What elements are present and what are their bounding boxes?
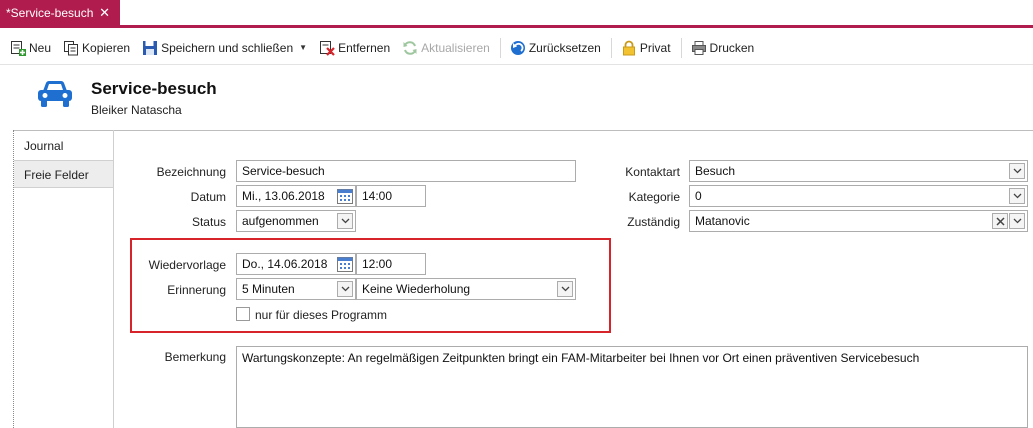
delete-icon: [319, 40, 335, 56]
refresh-button-label: Aktualisieren: [421, 40, 490, 55]
reset-button-label: Zurücksetzen: [528, 40, 601, 55]
undo-icon: [510, 40, 526, 56]
chevron-down-icon[interactable]: [1009, 163, 1025, 179]
refresh-button[interactable]: Aktualisieren: [398, 36, 494, 60]
contact-name: Bleiker Natascha: [91, 103, 182, 117]
printer-icon: [691, 40, 707, 56]
remove-button[interactable]: Entfernen: [315, 36, 394, 60]
status-select[interactable]: aufgenommen: [236, 210, 356, 232]
side-item-journal[interactable]: Journal: [14, 132, 113, 160]
zustaendig-value: Matanovic: [695, 214, 750, 228]
private-button[interactable]: Privat: [617, 36, 675, 60]
programm-checkbox-label: nur für dieses Programm: [255, 308, 388, 322]
lock-icon: [621, 40, 637, 56]
private-button-label: Privat: [639, 40, 671, 55]
chevron-down-icon[interactable]: [1009, 188, 1025, 204]
wiedervorlage-input[interactable]: Do., 14.06.2018: [236, 253, 356, 275]
tab-title: *Service-besuch: [6, 6, 94, 20]
bezeichnung-label: Bezeichnung: [156, 165, 226, 179]
kontaktart-label: Kontaktart: [625, 165, 680, 179]
content-divider: [13, 130, 1033, 131]
print-button[interactable]: Drucken: [687, 36, 759, 60]
datum-time-input[interactable]: 14:00: [356, 185, 426, 207]
datum-label: Datum: [190, 190, 226, 204]
tab-service-besuch[interactable]: *Service-besuch ✕: [0, 0, 120, 26]
side-item-freie-felder[interactable]: Freie Felder: [14, 160, 113, 188]
remove-button-label: Entfernen: [338, 40, 391, 55]
bezeichnung-input[interactable]: Service-besuch: [236, 160, 576, 182]
page-title: Service-besuch: [91, 79, 217, 98]
kategorie-value: 0: [695, 189, 702, 203]
side-navigation: Journal Freie Felder: [13, 130, 114, 428]
reset-button[interactable]: Zurücksetzen: [506, 36, 605, 60]
calendar-icon[interactable]: [337, 256, 353, 272]
new-button[interactable]: Neu: [6, 36, 55, 60]
toolbar-separator: [680, 37, 682, 58]
tab-strip: *Service-besuch ✕: [0, 0, 1033, 28]
chevron-down-icon[interactable]: [337, 281, 353, 297]
erinnerung-value: 5 Minuten: [242, 282, 295, 296]
copy-icon: [63, 40, 79, 56]
calendar-icon[interactable]: [337, 188, 353, 204]
status-value: aufgenommen: [242, 214, 319, 228]
status-label: Status: [191, 215, 226, 229]
kontaktart-value: Besuch: [695, 164, 736, 178]
bemerkung-label: Bemerkung: [164, 350, 226, 364]
wiederholung-value: Keine Wiederholung: [362, 282, 471, 296]
kategorie-label: Kategorie: [628, 190, 680, 204]
save-icon: [142, 40, 158, 56]
toolbar-separator: [610, 37, 612, 58]
save-and-close-label: Speichern und schließen: [161, 40, 294, 55]
programm-checkbox[interactable]: [236, 307, 250, 321]
erinnerung-select[interactable]: 5 Minuten: [236, 278, 356, 300]
zustaendig-select[interactable]: Matanovic: [689, 210, 1028, 232]
zustaendig-label: Zuständig: [627, 215, 680, 229]
chevron-down-icon[interactable]: [1009, 213, 1025, 229]
wiedervorlage-value: Do., 14.06.2018: [242, 257, 328, 271]
print-button-label: Drucken: [709, 40, 755, 55]
wiederholung-select[interactable]: Keine Wiederholung: [356, 278, 576, 300]
datum-input[interactable]: Mi., 13.06.2018: [236, 185, 356, 207]
copy-button-label: Kopieren: [82, 40, 131, 55]
erinnerung-label: Erinnerung: [167, 283, 226, 297]
car-icon: [38, 81, 72, 107]
clear-icon[interactable]: [992, 213, 1008, 229]
datum-value: Mi., 13.06.2018: [242, 189, 325, 203]
chevron-down-icon[interactable]: ▼: [299, 43, 307, 52]
kategorie-select[interactable]: 0: [689, 185, 1028, 207]
copy-button[interactable]: Kopieren: [59, 36, 134, 60]
wiedervorlage-time-input[interactable]: 12:00: [356, 253, 426, 275]
close-icon[interactable]: ✕: [99, 5, 110, 21]
save-and-close-button[interactable]: Speichern und schließen ▼: [138, 36, 311, 60]
chevron-down-icon[interactable]: [557, 281, 573, 297]
record-header: Service-besuch Bleiker Natascha: [0, 65, 1033, 127]
chevron-down-icon[interactable]: [337, 213, 353, 229]
new-record-icon: [10, 40, 26, 56]
toolbar: Neu Kopieren Speichern und schließen ▼ E…: [0, 31, 1033, 65]
toolbar-separator: [499, 37, 501, 58]
wiedervorlage-label: Wiedervorlage: [148, 258, 226, 272]
new-button-label: Neu: [29, 40, 52, 55]
kontaktart-select[interactable]: Besuch: [689, 160, 1028, 182]
bemerkung-textarea[interactable]: Wartungskonzepte: An regelmäßigen Zeitpu…: [236, 346, 1028, 428]
refresh-icon: [402, 40, 418, 56]
